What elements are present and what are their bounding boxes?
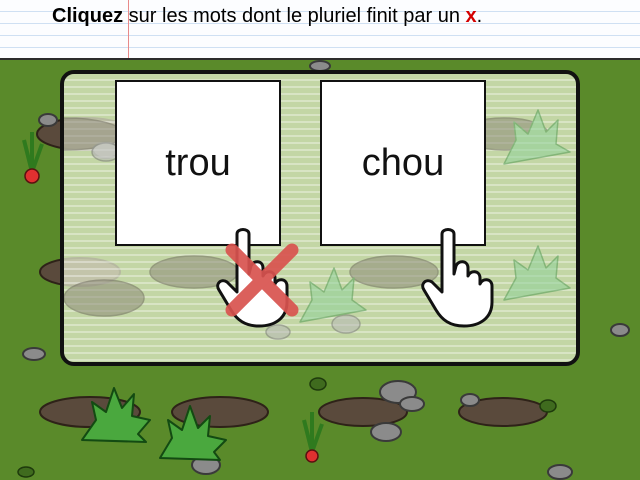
word-card-trou[interactable]: trou xyxy=(115,80,281,246)
instruction-body: sur les mots dont le pluriel finit par u… xyxy=(123,5,466,27)
instruction-highlight-letter: x xyxy=(465,5,477,27)
word-label: chou xyxy=(361,141,445,184)
instruction-text: Cliquez sur les mots dont le pluriel fin… xyxy=(52,3,524,29)
instruction-end: . xyxy=(476,5,483,27)
pointing-hand-icon[interactable] xyxy=(420,228,510,328)
pointing-hand-icon[interactable] xyxy=(215,228,305,328)
word-card-chou[interactable]: chou xyxy=(320,80,486,246)
instruction-lead: Cliquez xyxy=(52,5,124,27)
word-label: trou xyxy=(165,141,231,184)
instruction-header: Cliquez sur les mots dont le pluriel fin… xyxy=(0,0,640,60)
